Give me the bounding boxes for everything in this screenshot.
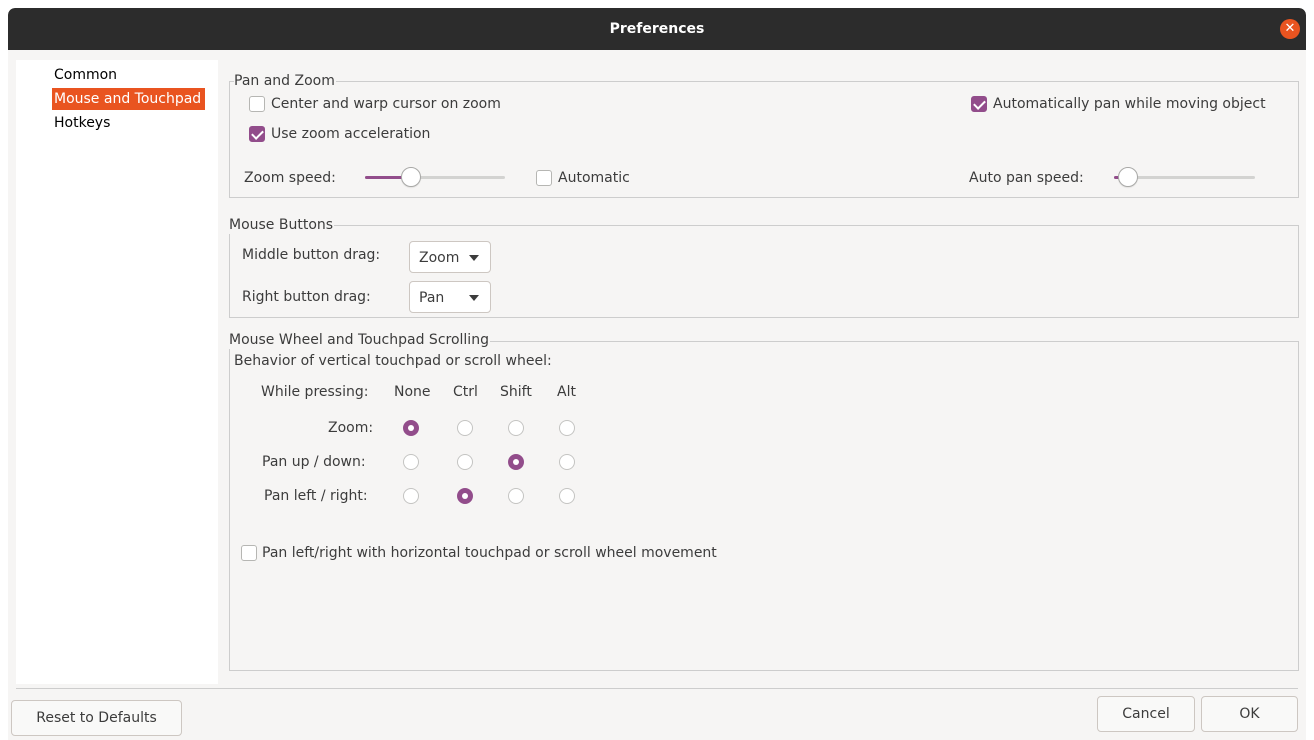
horizontal-pan-label[interactable]: Pan left/right with horizontal touchpad …	[262, 543, 717, 563]
reset-to-defaults-button[interactable]: Reset to Defaults	[11, 700, 182, 736]
close-button[interactable]: ✕	[1280, 19, 1300, 39]
while-pressing-label: While pressing:	[261, 384, 369, 400]
radio-panlr-shift[interactable]	[508, 488, 524, 504]
middle-button-dropdown[interactable]: Zoom	[409, 241, 491, 273]
preferences-window: Preferences ✕ Common Mouse and Touchpad …	[8, 8, 1306, 740]
zoom-speed-label: Zoom speed:	[244, 170, 336, 186]
auto-pan-checkbox[interactable]	[971, 96, 987, 112]
row-pan-leftright-label: Pan left / right:	[264, 488, 368, 504]
mouse-buttons-group	[229, 225, 1299, 318]
row-pan-updown-label: Pan up / down:	[262, 454, 366, 470]
radio-zoom-none[interactable]	[403, 420, 419, 436]
cancel-button[interactable]: Cancel	[1097, 696, 1195, 732]
right-button-dropdown-value: Pan	[419, 290, 445, 306]
auto-pan-speed-slider[interactable]	[1114, 167, 1255, 187]
right-button-label: Right button drag:	[242, 289, 371, 305]
zoom-speed-slider[interactable]	[365, 167, 505, 187]
middle-button-dropdown-value: Zoom	[419, 250, 460, 266]
row-zoom-label: Zoom:	[328, 420, 374, 436]
auto-pan-speed-slider-handle[interactable]	[1118, 167, 1138, 187]
auto-pan-label[interactable]: Automatically pan while moving object	[993, 94, 1266, 114]
auto-pan-speed-label: Auto pan speed:	[969, 170, 1084, 186]
pan-zoom-group-title: Pan and Zoom	[234, 72, 336, 90]
radio-panlr-ctrl[interactable]	[457, 488, 473, 504]
scrolling-group-title: Mouse Wheel and Touchpad Scrolling	[229, 331, 490, 349]
column-alt: Alt	[557, 384, 576, 400]
zoom-accel-checkbox[interactable]	[249, 126, 265, 142]
automatic-checkbox[interactable]	[536, 170, 552, 186]
radio-panlr-alt[interactable]	[559, 488, 575, 504]
window-title: Preferences	[609, 21, 705, 37]
zoom-speed-slider-handle[interactable]	[401, 167, 421, 187]
chevron-down-icon	[469, 295, 479, 301]
radio-panud-ctrl[interactable]	[457, 454, 473, 470]
sidebar: Common Mouse and Touchpad Hotkeys	[16, 60, 218, 684]
column-none: None	[394, 384, 431, 400]
radio-panud-none[interactable]	[403, 454, 419, 470]
radio-zoom-ctrl[interactable]	[457, 420, 473, 436]
sidebar-item-hotkeys[interactable]: Hotkeys	[52, 112, 114, 134]
mouse-buttons-group-title: Mouse Buttons	[229, 216, 335, 234]
sidebar-item-mouse-and-touchpad[interactable]: Mouse and Touchpad	[52, 88, 206, 110]
ok-button[interactable]: OK	[1201, 696, 1298, 732]
scrolling-group	[229, 341, 1299, 671]
sidebar-item-common[interactable]: Common	[52, 64, 121, 86]
scrolling-subtitle: Behavior of vertical touchpad or scroll …	[234, 353, 552, 369]
zoom-accel-label[interactable]: Use zoom acceleration	[271, 124, 430, 144]
column-shift: Shift	[500, 384, 532, 400]
middle-button-label: Middle button drag:	[242, 247, 381, 263]
right-button-dropdown[interactable]: Pan	[409, 281, 491, 313]
center-warp-checkbox[interactable]	[249, 96, 265, 112]
column-ctrl: Ctrl	[453, 384, 478, 400]
radio-panud-shift[interactable]	[508, 454, 524, 470]
automatic-label[interactable]: Automatic	[558, 168, 630, 188]
footer-separator	[16, 688, 1298, 689]
title-bar[interactable]: Preferences ✕	[8, 8, 1306, 50]
horizontal-pan-checkbox[interactable]	[241, 545, 257, 561]
radio-panud-alt[interactable]	[559, 454, 575, 470]
radio-zoom-shift[interactable]	[508, 420, 524, 436]
close-icon: ✕	[1284, 21, 1296, 36]
radio-zoom-alt[interactable]	[559, 420, 575, 436]
chevron-down-icon	[469, 255, 479, 261]
radio-panlr-none[interactable]	[403, 488, 419, 504]
center-warp-label[interactable]: Center and warp cursor on zoom	[271, 94, 501, 114]
